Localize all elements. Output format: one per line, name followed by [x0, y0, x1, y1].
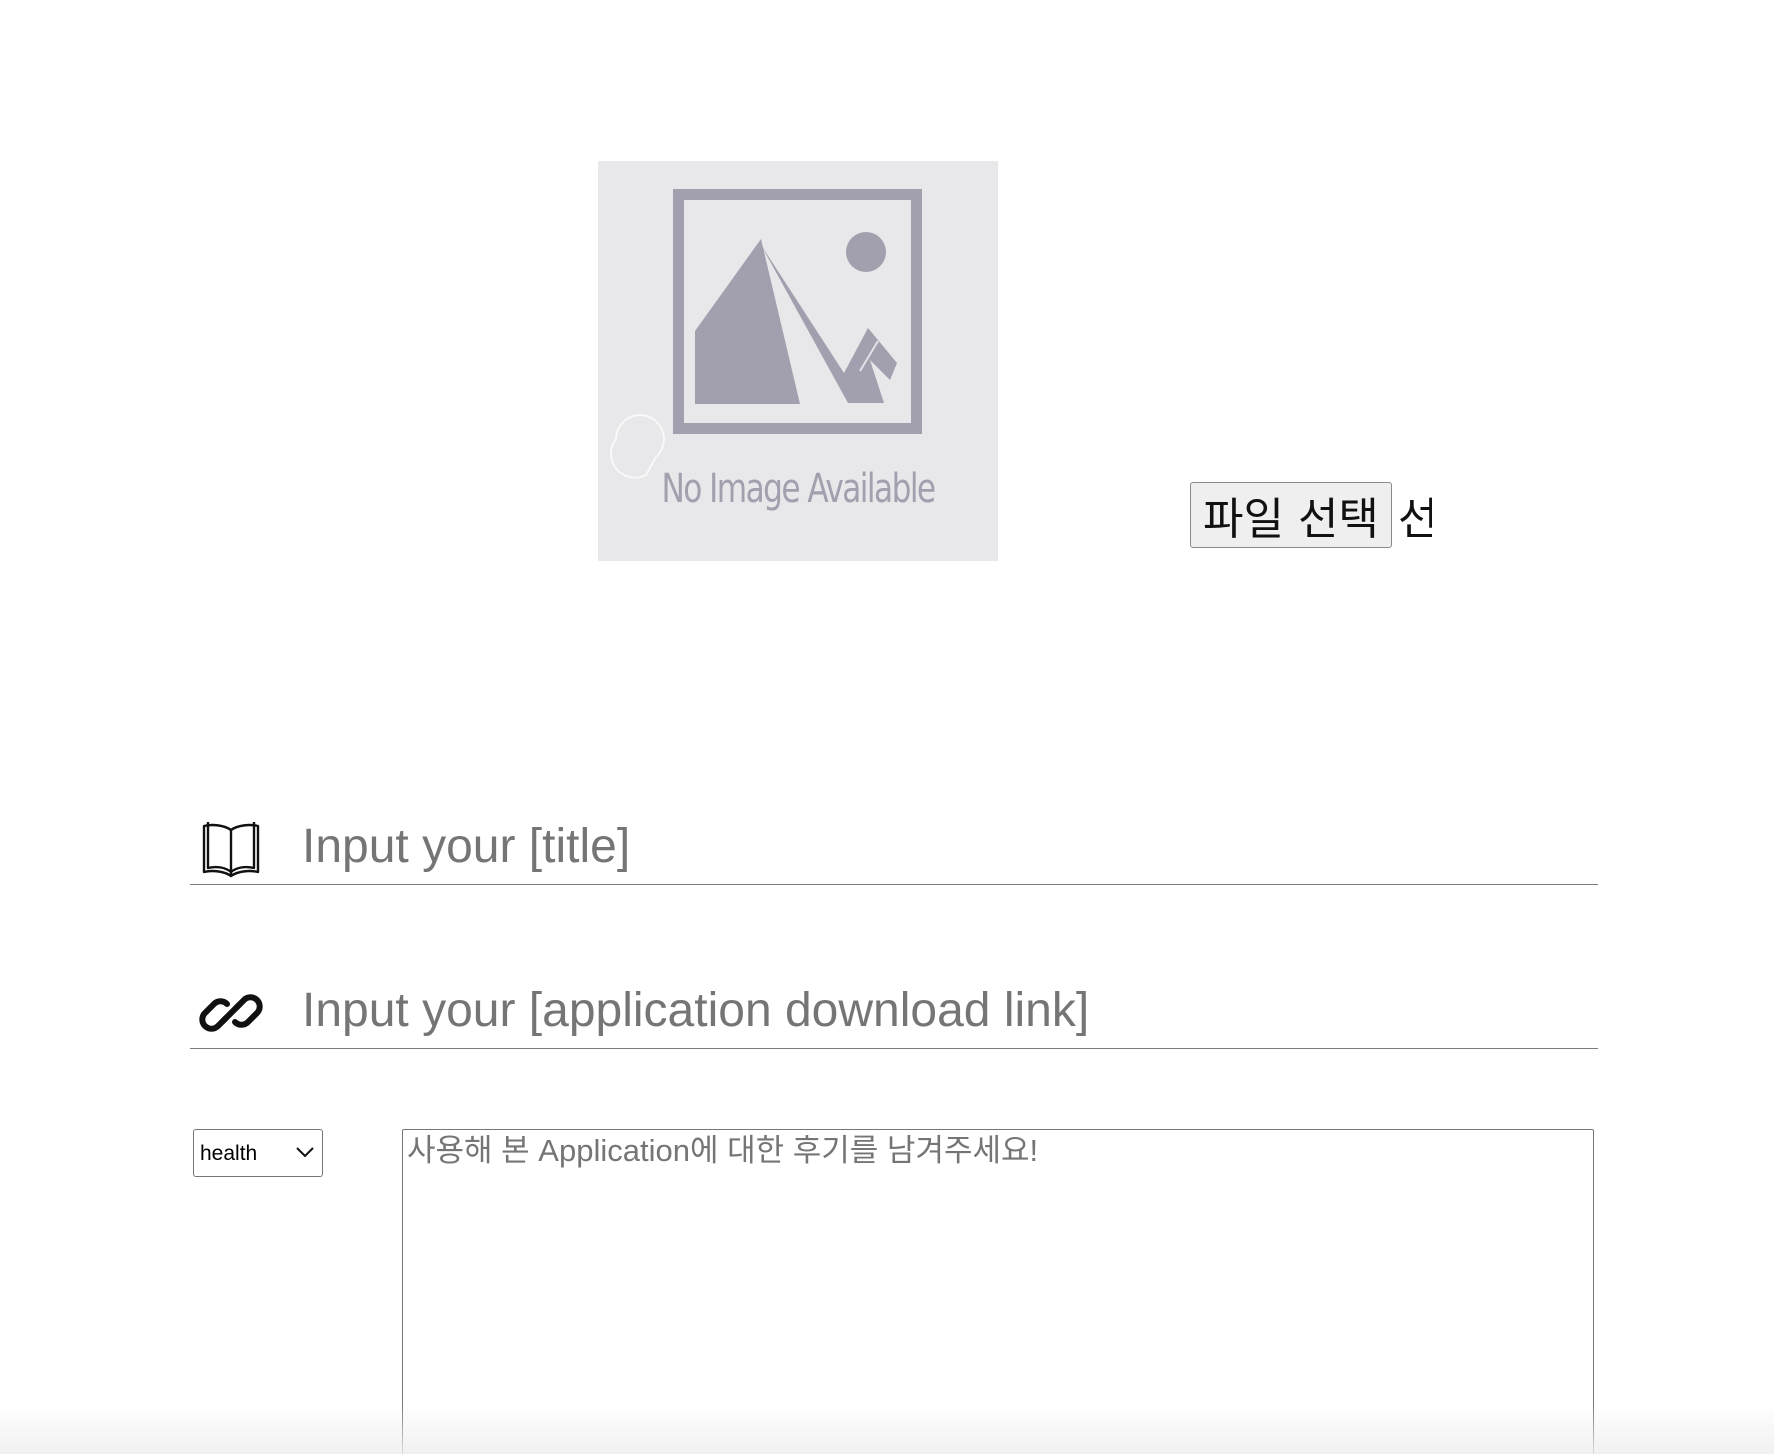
category-select[interactable]: health	[193, 1129, 323, 1177]
image-preview: No Image Available	[598, 161, 998, 561]
file-picker[interactable]: 파일 선택 선	[1190, 482, 1432, 548]
title-field-row	[190, 804, 1598, 885]
download-link-input[interactable]	[302, 976, 1582, 1044]
review-textarea[interactable]	[402, 1129, 1594, 1454]
book-icon	[202, 822, 260, 878]
file-status-text: 선	[1397, 494, 1432, 545]
title-input[interactable]	[302, 812, 1582, 880]
link-icon	[199, 994, 263, 1032]
choose-file-button[interactable]: 파일 선택	[1190, 482, 1392, 548]
no-image-caption: No Image Available	[661, 466, 936, 512]
link-field-row	[190, 968, 1598, 1049]
